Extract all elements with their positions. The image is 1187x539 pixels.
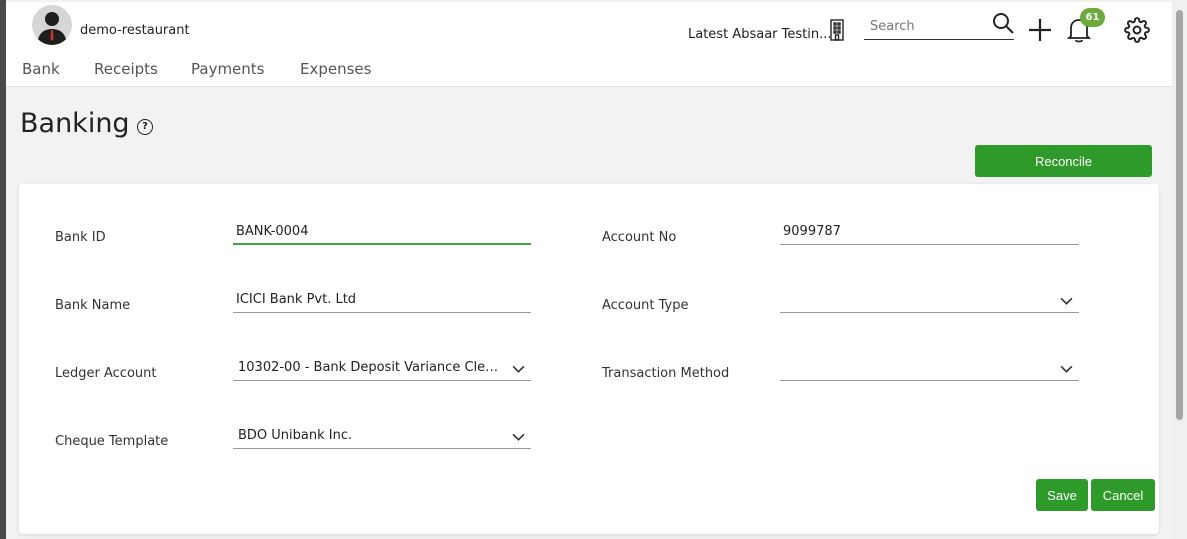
- tab-receipts[interactable]: Receipts: [94, 60, 158, 78]
- tab-payments[interactable]: Payments: [191, 60, 264, 78]
- bank-name-field[interactable]: ICICI Bank Pvt. Ltd: [233, 291, 531, 313]
- organization-name[interactable]: Latest Absaar Testin...: [688, 27, 831, 42]
- cheque-template-value: BDO Unibank Inc.: [238, 428, 353, 443]
- bank-id-field[interactable]: BANK-0004: [233, 223, 531, 245]
- account-no-value: 9099787: [783, 224, 841, 239]
- account-no-label: Account No: [602, 230, 677, 245]
- plus-icon[interactable]: [1027, 17, 1053, 47]
- tab-expenses[interactable]: Expenses: [300, 60, 371, 78]
- bank-form-card: Bank ID BANK-0004 Bank Name ICICI Bank P…: [19, 184, 1159, 534]
- reconcile-button[interactable]: Reconcile: [975, 145, 1152, 177]
- save-button[interactable]: Save: [1036, 479, 1088, 511]
- chevron-down-icon[interactable]: [1060, 362, 1073, 375]
- ledger-account-select[interactable]: 10302-00 - Bank Deposit Variance Cleari.…: [233, 359, 531, 381]
- notification-badge[interactable]: 61: [1080, 8, 1105, 27]
- person-silhouette-icon: [37, 12, 67, 45]
- brand-name[interactable]: demo-restaurant: [80, 23, 190, 38]
- cheque-template-select[interactable]: BDO Unibank Inc.: [233, 427, 531, 449]
- account-type-label: Account Type: [602, 298, 689, 313]
- cancel-button[interactable]: Cancel: [1091, 479, 1155, 511]
- account-type-select[interactable]: [780, 291, 1079, 313]
- account-no-field[interactable]: 9099787: [780, 223, 1079, 245]
- bank-name-label: Bank Name: [55, 298, 131, 313]
- bank-id-label: Bank ID: [55, 230, 106, 245]
- gear-icon[interactable]: [1124, 17, 1150, 47]
- bank-id-value: BANK-0004: [236, 224, 309, 239]
- tab-bank[interactable]: Bank: [22, 60, 60, 78]
- transaction-method-label: Transaction Method: [602, 366, 730, 381]
- avatar[interactable]: [32, 5, 72, 45]
- transaction-method-select[interactable]: [780, 359, 1079, 381]
- search-icon[interactable]: [991, 11, 1015, 39]
- top-header: demo-restaurant Latest Absaar Testin... …: [6, 2, 1172, 87]
- page-title: Banking: [20, 108, 130, 139]
- building-icon[interactable]: [828, 19, 846, 45]
- chevron-down-icon[interactable]: [1060, 294, 1073, 307]
- ledger-account-label: Ledger Account: [55, 366, 157, 381]
- cheque-template-label: Cheque Template: [55, 434, 169, 449]
- search-placeholder: Search: [870, 19, 915, 34]
- chevron-down-icon[interactable]: [512, 362, 525, 375]
- chevron-down-icon[interactable]: [512, 430, 525, 443]
- ledger-account-value: 10302-00 - Bank Deposit Variance Cleari.…: [238, 360, 504, 375]
- help-icon[interactable]: ?: [137, 119, 153, 135]
- bank-name-value: ICICI Bank Pvt. Ltd: [236, 292, 357, 307]
- scrollbar-thumb[interactable]: [1176, 10, 1183, 420]
